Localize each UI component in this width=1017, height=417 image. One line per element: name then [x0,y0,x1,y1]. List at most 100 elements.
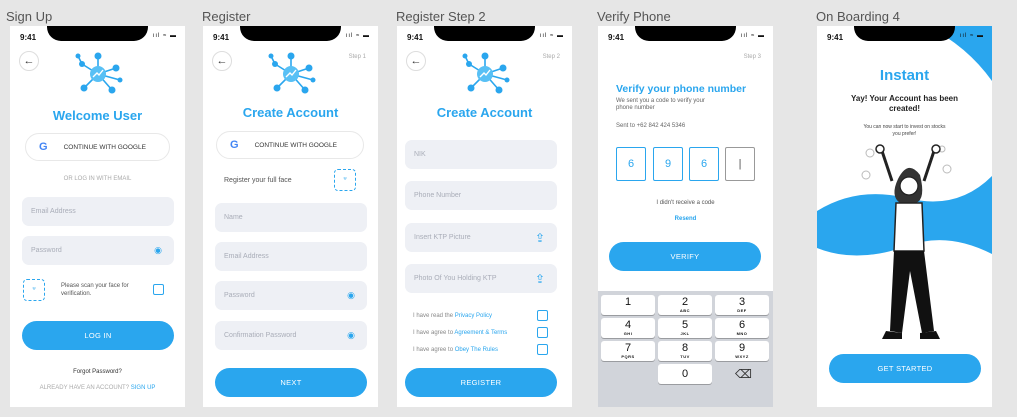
backspace-icon[interactable]: ⌫ [735,367,752,381]
back-button[interactable]: ← [406,51,426,71]
status-time: 9:41 [608,33,625,42]
photo-holding-ktp-input[interactable]: Photo Of You Holding KTP ⇪ [405,264,557,293]
register-button[interactable]: REGISTER [405,368,557,397]
verify-phone-screen: 9:41 ııl ≈ ▬ Step 3 Verify your phone nu… [598,26,773,407]
status-time: 9:41 [213,33,230,42]
key-number: 6 [738,319,746,331]
nik-input[interactable]: NIK [405,140,557,169]
google-icon: G [39,141,48,153]
key-number: 1 [624,296,632,308]
password-input[interactable]: Password ◉ [215,281,367,310]
verify-subtitle: We sent you a code to verify your phone … [616,98,705,111]
nik-placeholder: NIK [414,151,426,158]
register-step2-screen: 9:41 ııl ≈ ▬ ← Step 2 Create Account NIK… [397,26,572,407]
face-scan-checkbox[interactable] [153,284,164,295]
key-1[interactable]: 1 [601,295,655,315]
rules-checkbox[interactable] [537,344,548,355]
password-placeholder: Password [31,247,62,254]
email-placeholder: Email Address [31,208,76,215]
face-scan-icon[interactable]: ᐡ [334,169,356,191]
frame-label-register-step2: Register Step 2 [396,9,486,24]
face-scan-icon[interactable]: ᐡ [23,279,45,301]
back-button[interactable]: ← [212,51,232,71]
login-button[interactable]: LOG IN [22,321,174,350]
eye-icon[interactable]: ◉ [347,290,355,301]
ktp-picture-input[interactable]: Insert KTP Picture ⇪ [405,223,557,252]
google-signin-button[interactable]: G CONTINUE WITH GOOGLE [25,133,170,161]
numeric-keypad: 1 2 ABC 3 DEF 4 GHI 5 JKL 6 MNO 7 PQRS 8 TUV 9W… [598,291,773,407]
status-icons: ııl ≈ ▬ [740,33,765,39]
key-5[interactable]: 5 JKL [658,318,712,338]
google-button-label: CONTINUE WITH GOOGLE [63,143,146,151]
status-time: 9:41 [407,33,424,42]
onboarding-description: You can now start to invest on stocks yo… [863,124,946,137]
get-started-button[interactable]: GET STARTED [829,354,981,383]
signup-prompt: ALREADY HAVE AN ACCOUNT? SIGN UP [10,385,185,391]
agree-prefix: I have agree to [413,347,454,353]
name-input[interactable]: Name [215,203,367,232]
password-placeholder: Password [224,292,255,299]
rules-link[interactable]: Obey The Rules [455,347,498,353]
photo-placeholder: Photo Of You Holding KTP [414,275,497,282]
verify-button[interactable]: VERIFY [609,242,761,271]
email-input[interactable]: Email Address [215,242,367,271]
google-signin-button[interactable]: G CONTINUE WITH GOOGLE [216,131,364,159]
key-6[interactable]: 6 MNO [715,318,769,338]
google-icon: G [230,139,239,151]
eye-icon[interactable]: ◉ [347,330,355,341]
password-input[interactable]: Password ◉ [22,236,174,265]
onboarding-screen: 9:41 ııl ≈ ▬ Instant Yay! Your Account h… [817,26,992,407]
step-indicator: Step 2 [542,54,560,60]
otp-digit-3[interactable]: 6 [689,147,719,181]
notch [47,26,148,41]
ktp-placeholder: Insert KTP Picture [414,234,471,241]
key-7[interactable]: 7 PQRS [601,341,655,361]
key-2[interactable]: 2 ABC [658,295,712,315]
page-title: Instant [879,67,930,84]
notch [240,26,341,41]
key-letters: DEF [737,308,747,313]
key-letters: JKL [680,331,690,336]
otp-digit-1[interactable]: 6 [616,147,646,181]
email-input[interactable]: Email Address [22,197,174,226]
status-icons: ııl ≈ ▬ [959,33,984,39]
forgot-password-link[interactable]: Forgot Password? [10,369,185,375]
key-0[interactable]: 0 [658,364,712,384]
key-number: 8 [681,342,689,354]
face-register-text: Register your full face [224,177,292,184]
frame-label-register: Register [202,9,251,24]
celebrating-person-illustration [861,144,952,339]
back-button[interactable]: ← [19,51,39,71]
signup-link[interactable]: SIGN UP [131,385,156,391]
signup-screen: 9:41 ııl ≈ ▬ ← Welcome User G CONTINUE W… [10,26,185,407]
step-indicator: Step 1 [348,54,366,60]
phone-input[interactable]: Phone Number [405,181,557,210]
key-4[interactable]: 4 GHI [601,318,655,338]
key-number: 3 [738,296,746,308]
google-button-label: CONTINUE WITH GOOGLE [254,141,337,149]
key-number: 4 [624,319,632,331]
key-letters: TUV [680,354,690,359]
key-letters: WXYZ [735,354,749,359]
key-9[interactable]: 9 WXYZ [715,341,769,361]
privacy-policy-link[interactable]: Privacy Policy [455,313,492,319]
status-time: 9:41 [827,33,844,42]
page-title: Verify your phone number [616,83,747,95]
otp-digit-4[interactable]: | [725,147,755,181]
status-icons: ııl ≈ ▬ [152,33,177,39]
confirm-password-input[interactable]: Confirmation Password ◉ [215,321,367,350]
resend-link[interactable]: Resend [598,216,773,222]
terms-link[interactable]: Agreement & Terms [454,330,507,336]
otp-digit-2[interactable]: 9 [653,147,683,181]
key-3[interactable]: 3 DEF [715,295,769,315]
privacy-checkbox[interactable] [537,310,548,321]
next-button[interactable]: NEXT [215,368,367,397]
eye-icon[interactable]: ◉ [154,245,162,256]
agree-prefix: I have read the [413,313,454,319]
key-8[interactable]: 8 TUV [658,341,712,361]
no-code-text: I didn't receive a code [656,200,715,206]
terms-checkbox[interactable] [537,327,548,338]
key-letters: ABC [679,308,691,313]
upload-icon[interactable]: ⇪ [535,231,545,245]
upload-icon[interactable]: ⇪ [535,272,545,286]
